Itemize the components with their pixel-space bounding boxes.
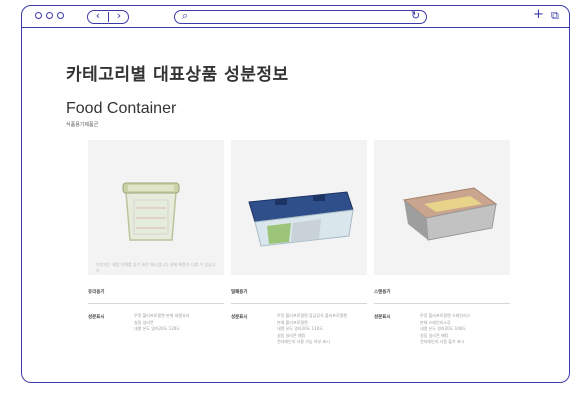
ingredient-label: 성분표시 [231,315,248,320]
ingredient-detail: 뚜껑 폴리프로필렌 본체 내열유리 실링 실리콘 내열 온도 영하20도 120… [134,313,229,333]
browser-toolbar: ‹ › ⌕ ↻ + ⧉ [22,6,569,28]
detail-line: 전자레인지 사용 불가 표시 [420,339,465,344]
divider [231,303,367,304]
new-tab-icon[interactable]: + [533,8,544,22]
forward-button[interactable]: › [109,9,129,23]
copy-icon[interactable]: ⧉ [551,9,559,23]
reload-icon[interactable]: ↻ [411,9,420,23]
section-title: Food Container [66,100,177,117]
product-name: 유리용기 [88,290,105,295]
stainless-container-image [402,187,498,241]
address-bar[interactable]: ⌕ ↻ [174,9,427,24]
product-card[interactable] [231,140,367,275]
window-minimize-dot[interactable] [46,12,53,19]
ingredient-detail: 뚜껑 폴리프로필렌 스테인리스 본체 스테인리스강 내열 온도 영하20도 10… [420,313,515,346]
ingredient-detail: 뚜껑 폴리프로필렌 잠금장치 폴리프로필렌 본체 폴리프로필렌 내열 온도 영하… [277,313,372,346]
ingredient-label: 성분표시 [374,315,391,320]
product-name: 스텐용기 [374,290,391,295]
window-close-dot[interactable] [35,12,42,19]
product-caption: 이미지는 제품 이해를 돕기 위한 예시입니다 실제 제품과 다를 수 있습니다 [96,262,216,273]
section-subtitle: 식품용기제품군 [66,122,99,128]
ingredient-label: 성분표시 [88,315,105,320]
divider [88,303,224,304]
search-icon: ⌕ [182,9,189,22]
plastic-container-image [248,191,354,247]
product-card[interactable]: 이미지는 제품 이해를 돕기 위한 예시입니다 실제 제품과 다를 수 있습니다 [88,140,224,275]
detail-line: 내열 온도 영하20도 120도 [134,326,180,331]
product-card[interactable] [374,140,510,275]
detail-line: 전자레인지 사용 가능 여부 표시 [277,339,330,344]
window-maximize-dot[interactable] [57,12,64,19]
back-button[interactable]: ‹ [88,9,108,23]
divider [374,303,510,304]
glass-container-image [122,182,180,241]
history-nav: ‹ › [87,9,129,24]
product-name: 밀폐용기 [231,290,248,295]
page-title: 카테고리별 대표상품 성분정보 [66,65,289,85]
